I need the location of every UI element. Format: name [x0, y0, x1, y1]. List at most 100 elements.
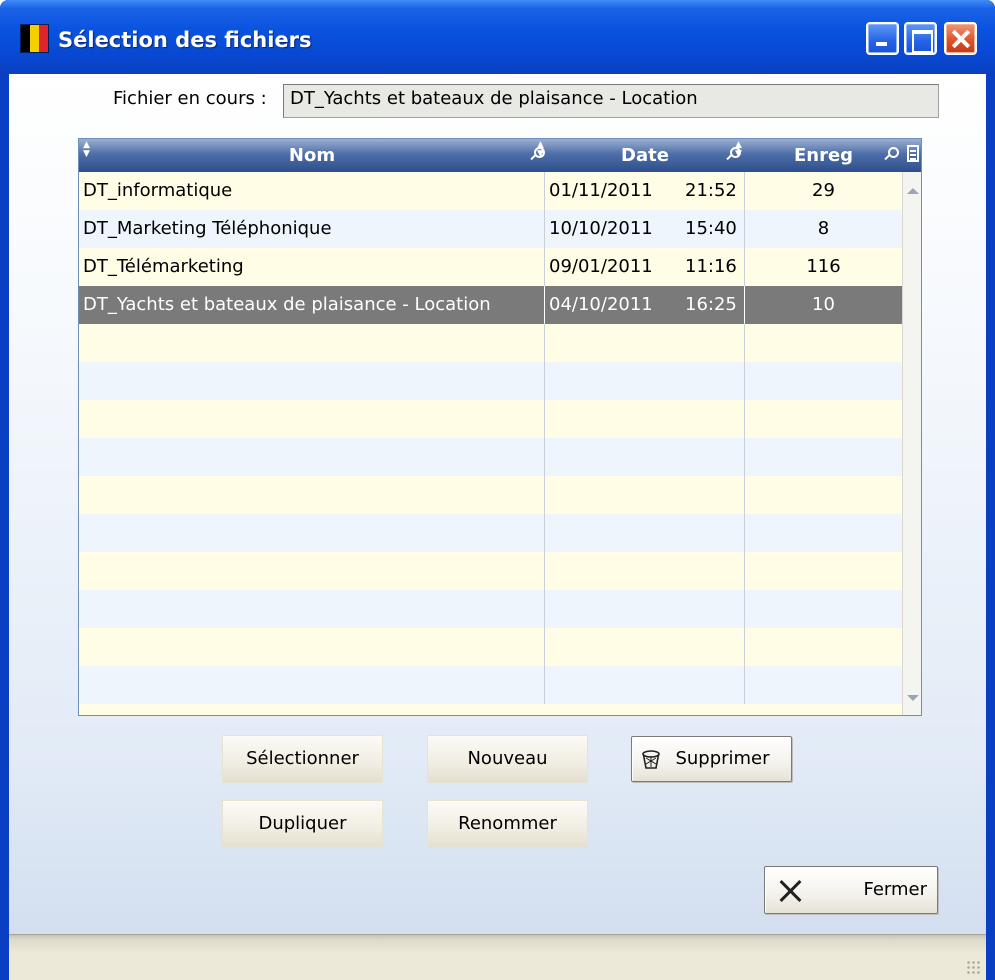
table-row-empty[interactable] [79, 362, 902, 400]
cell-empty [745, 362, 902, 400]
search-icon[interactable] [883, 147, 899, 161]
table-header: ▲ ▼ Nom ▲ ▼ Date ▲ ▼ Enreg [79, 139, 921, 172]
delete-button[interactable]: Supprimer [631, 736, 792, 782]
cell-empty [545, 514, 745, 552]
column-header-label: Nom [288, 145, 336, 166]
table-row[interactable]: DT_Marketing Téléphonique 10/10/2011 15:4… [79, 210, 902, 248]
cell-nom: DT_Yachts et bateaux de plaisance - Loca… [79, 286, 545, 324]
select-button[interactable]: Sélectionner [222, 735, 383, 783]
column-header-label: Date [621, 145, 669, 166]
table-row-empty[interactable] [79, 438, 902, 476]
rename-button[interactable]: Renommer [427, 800, 588, 848]
cell-nom: DT_informatique [79, 172, 545, 210]
file-table[interactable]: ▲ ▼ Nom ▲ ▼ Date ▲ ▼ Enreg DT_informatique … [78, 138, 922, 716]
scroll-down-icon[interactable] [907, 695, 919, 701]
time-value: 16:25 [685, 294, 737, 315]
current-file-field: DT_Yachts et bateaux de plaisance - Loca… [283, 84, 939, 118]
cell-empty [79, 476, 545, 514]
cell-enreg: 116 [806, 256, 841, 277]
time-value: 11:16 [685, 256, 737, 277]
cell-empty [745, 628, 902, 666]
document-icon[interactable] [907, 145, 919, 162]
cell-empty [545, 552, 745, 590]
window-title: Sélection des fichiers [58, 28, 312, 52]
flag-icon [20, 24, 49, 53]
scroll-up-icon[interactable] [907, 188, 919, 194]
cell-nom: DT_Télémarketing [79, 248, 545, 286]
cell-empty [745, 590, 902, 628]
table-body: DT_informatique 01/11/2011 21:52 29 DT_Ma… [79, 172, 902, 704]
delete-button-label: Supprimer [675, 748, 770, 769]
cell-empty [79, 438, 545, 476]
status-bar [9, 934, 986, 980]
date-value: 09/01/2011 [549, 256, 653, 277]
cell-enreg: 8 [817, 218, 830, 239]
table-row-selected[interactable]: DT_Yachts et bateaux de plaisance - Loca… [79, 286, 902, 324]
cell-empty [745, 552, 902, 590]
table-row-empty[interactable] [79, 400, 902, 438]
maximize-button[interactable] [904, 22, 937, 55]
cell-empty [545, 438, 745, 476]
table-row-empty[interactable] [79, 590, 902, 628]
cell-empty [745, 666, 902, 704]
cell-date: 04/10/2011 16:25 [545, 286, 745, 324]
table-row-empty[interactable] [79, 666, 902, 704]
cell-date: 10/10/2011 15:40 [545, 210, 745, 248]
table-row-empty[interactable] [79, 552, 902, 590]
cell-enreg: 10 [812, 294, 835, 315]
column-header-date[interactable]: Date ▲ ▼ [545, 139, 745, 172]
column-header-label: Enreg [793, 145, 854, 166]
cell-empty [79, 590, 545, 628]
cell-empty [79, 552, 545, 590]
table-row[interactable]: DT_Télémarketing 09/01/2011 11:16 116 [79, 248, 902, 286]
cell-empty [745, 400, 902, 438]
sort-icon: ▲ ▼ [537, 140, 544, 159]
cell-empty [545, 400, 745, 438]
close-button-label: Fermer [863, 879, 927, 900]
cell-empty [745, 514, 902, 552]
cell-empty [79, 666, 545, 704]
time-value: 21:52 [685, 180, 737, 201]
cell-empty [79, 362, 545, 400]
cell-empty [545, 476, 745, 514]
column-header-enreg[interactable]: Enreg [745, 139, 902, 172]
cell-empty [545, 628, 745, 666]
table-row-empty[interactable] [79, 324, 902, 362]
date-value: 01/11/2011 [549, 180, 653, 201]
close-icon [779, 879, 803, 903]
table-row-empty[interactable] [79, 514, 902, 552]
cell-empty [745, 476, 902, 514]
date-value: 04/10/2011 [549, 294, 653, 315]
date-value: 10/10/2011 [549, 218, 653, 239]
title-bar[interactable]: Sélection des fichiers [0, 0, 995, 74]
trash-icon [642, 750, 660, 769]
cell-empty [745, 324, 902, 362]
cell-nom: DT_Marketing Téléphonique [79, 210, 545, 248]
vertical-scrollbar[interactable] [902, 172, 921, 715]
close-window-button[interactable] [944, 22, 977, 55]
cell-empty [79, 628, 545, 666]
cell-empty [545, 666, 745, 704]
sort-icon: ▲ ▼ [83, 140, 90, 159]
duplicate-button[interactable]: Dupliquer [222, 800, 383, 848]
sort-icon: ▲ ▼ [735, 140, 742, 159]
table-row-empty[interactable] [79, 628, 902, 666]
cell-empty [745, 438, 902, 476]
close-button[interactable]: Fermer [764, 866, 938, 914]
cell-empty [545, 362, 745, 400]
table-row[interactable]: DT_informatique 01/11/2011 21:52 29 [79, 172, 902, 210]
cell-enreg: 29 [812, 180, 835, 201]
cell-empty [79, 400, 545, 438]
cell-empty [545, 324, 745, 362]
new-button[interactable]: Nouveau [427, 735, 588, 783]
cell-date: 09/01/2011 11:16 [545, 248, 745, 286]
column-header-nom[interactable]: ▲ ▼ Nom ▲ ▼ [79, 139, 545, 172]
resize-grip-icon[interactable] [966, 960, 980, 974]
cell-empty [545, 590, 745, 628]
cell-empty [79, 514, 545, 552]
current-file-label: Fichier en cours : [113, 88, 267, 109]
cell-date: 01/11/2011 21:52 [545, 172, 745, 210]
table-row-empty[interactable] [79, 476, 902, 514]
minimize-button[interactable] [866, 22, 899, 55]
cell-empty [79, 324, 545, 362]
